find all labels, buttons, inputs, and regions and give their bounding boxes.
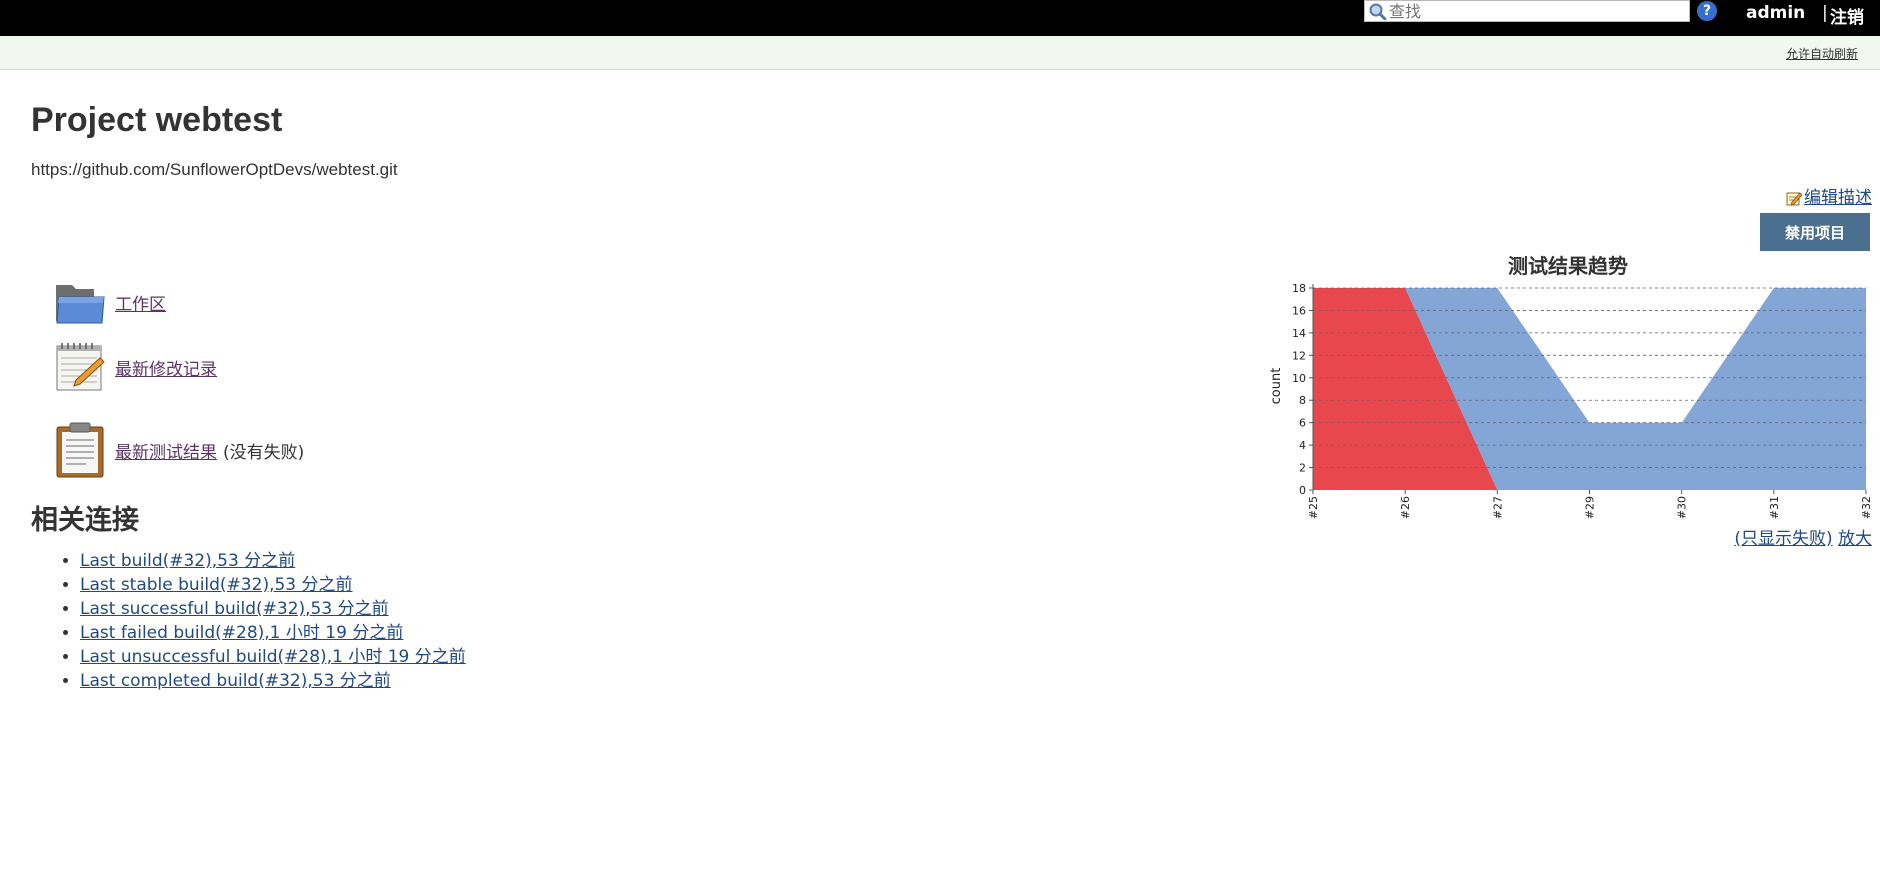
list-item: Last unsuccessful build(#28),1 小时 19 分之前 bbox=[80, 645, 466, 669]
permalinks-list: Last build(#32),53 分之前 Last stable build… bbox=[50, 549, 466, 693]
project-description: https://github.com/SunflowerOptDevs/webt… bbox=[31, 160, 398, 179]
edit-description-link[interactable]: 编辑描述 bbox=[1804, 188, 1872, 208]
chart-plot-area: 0 2 4 6 8 10 12 14 16 18 #25 #26 #27 #29 #30 #31 #32 bbox=[1292, 282, 1872, 519]
x-tick-label: #32 bbox=[1860, 496, 1872, 519]
permalinks-heading: 相关连接 bbox=[31, 505, 139, 536]
search-icon bbox=[1369, 3, 1387, 20]
y-tick-label: 18 bbox=[1292, 282, 1306, 295]
y-tick-label: 8 bbox=[1299, 394, 1306, 407]
permalink[interactable]: Last build(#32),53 分之前 bbox=[80, 551, 295, 571]
y-tick-label: 14 bbox=[1292, 327, 1306, 340]
y-tick-label: 16 bbox=[1292, 304, 1306, 317]
task-label[interactable]: 工作区 bbox=[115, 290, 166, 315]
list-item: Last successful build(#32),53 分之前 bbox=[80, 597, 466, 621]
notepad-icon bbox=[56, 343, 105, 391]
permalink[interactable]: Last completed build(#32),53 分之前 bbox=[80, 671, 391, 691]
auto-refresh-link[interactable]: 允许自动刷新 bbox=[1786, 45, 1858, 62]
task-label[interactable]: 最新测试结果 bbox=[115, 438, 217, 463]
x-tick-label: #30 bbox=[1676, 496, 1689, 519]
permalink[interactable]: Last failed build(#28),1 小时 19 分之前 bbox=[80, 623, 403, 643]
permalink[interactable]: Last unsuccessful build(#28),1 小时 19 分之前 bbox=[80, 647, 466, 667]
task-changes[interactable]: 最新修改记录 bbox=[54, 342, 217, 392]
x-tick-label: #27 bbox=[1491, 496, 1504, 519]
edit-icon bbox=[1786, 192, 1802, 206]
list-item: Last stable build(#32),53 分之前 bbox=[80, 573, 466, 597]
x-tick-label: #25 bbox=[1307, 496, 1320, 519]
search-box[interactable] bbox=[1364, 0, 1690, 22]
test-trend-chart: 测试结果趋势 count 0 2 4 6 8 10 12 14 16 18 #25 #26 #27 #29… bbox=[1269, 254, 1872, 519]
x-tick-label: #31 bbox=[1768, 496, 1781, 519]
x-tick-label: #26 bbox=[1399, 496, 1412, 519]
help-icon[interactable]: ? bbox=[1697, 1, 1717, 21]
permalink[interactable]: Last stable build(#32),53 分之前 bbox=[80, 575, 353, 595]
logout-link[interactable]: 注销 bbox=[1830, 3, 1864, 28]
permalink[interactable]: Last successful build(#32),53 分之前 bbox=[80, 599, 389, 619]
top-header-bar: ? admin | 注销 bbox=[0, 0, 1880, 36]
page-title: Project webtest bbox=[31, 101, 283, 139]
breadcrumb-bar: 允许自动刷新 bbox=[0, 36, 1880, 70]
chart-title: 测试结果趋势 bbox=[1508, 254, 1628, 278]
clipboard-icon bbox=[56, 422, 104, 478]
task-test-results[interactable]: 最新测试结果 (没有失败) bbox=[54, 422, 304, 478]
y-tick-label: 2 bbox=[1299, 462, 1306, 475]
task-note: (没有失败) bbox=[223, 442, 305, 463]
edit-description[interactable]: 编辑描述 bbox=[1786, 183, 1872, 208]
task-workspace[interactable]: 工作区 bbox=[54, 277, 166, 327]
y-tick-label: 4 bbox=[1299, 439, 1306, 452]
search-input[interactable] bbox=[1389, 2, 1685, 20]
x-tick-label: #29 bbox=[1584, 496, 1597, 519]
list-item: Last build(#32),53 分之前 bbox=[80, 549, 466, 573]
list-item: Last completed build(#32),53 分之前 bbox=[80, 669, 466, 693]
task-label[interactable]: 最新修改记录 bbox=[115, 355, 217, 380]
folder-icon bbox=[56, 285, 105, 324]
chart-links: (只显示失败) 放大 bbox=[1734, 524, 1872, 549]
list-item: Last failed build(#28),1 小时 19 分之前 bbox=[80, 621, 466, 645]
enlarge-chart-link[interactable]: 放大 bbox=[1838, 529, 1872, 549]
logout-separator: | bbox=[1822, 3, 1828, 23]
y-tick-label: 0 bbox=[1299, 484, 1306, 497]
chart-ylabel: count bbox=[1269, 368, 1284, 405]
show-failures-only-link[interactable]: (只显示失败) bbox=[1734, 529, 1832, 549]
y-tick-label: 6 bbox=[1299, 417, 1306, 430]
user-link[interactable]: admin bbox=[1746, 3, 1805, 23]
y-tick-label: 12 bbox=[1292, 349, 1306, 362]
y-tick-label: 10 bbox=[1292, 372, 1306, 385]
